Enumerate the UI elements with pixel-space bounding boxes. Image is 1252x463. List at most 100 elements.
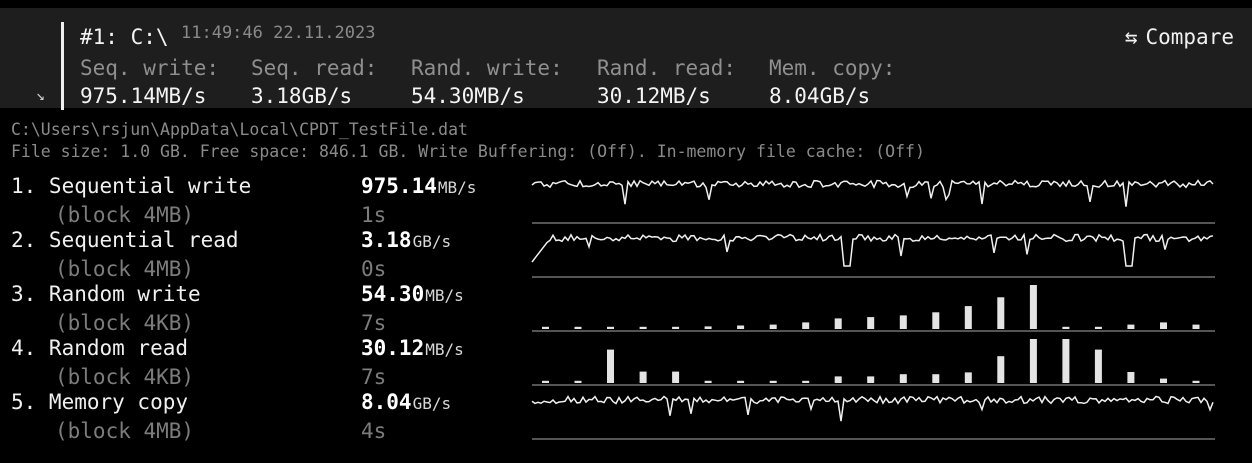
- test-result-rand-read: 30.12MB/s: [361, 336, 464, 360]
- graph-throughput-line: [531, 394, 1214, 422]
- test-block-mem-copy: (block 4MB): [55, 419, 195, 443]
- result-number: 3.18: [361, 228, 412, 252]
- selected-run-marker: [61, 22, 64, 110]
- graph-bar: [639, 326, 647, 329]
- result-unit: GB/s: [412, 232, 452, 251]
- test-name-mem-copy: 5. Memory copy: [11, 390, 189, 414]
- graph-bar: [737, 325, 745, 329]
- graph-bar: [1094, 349, 1102, 383]
- compare-label: Compare: [1145, 25, 1234, 49]
- graph-bar: [737, 380, 745, 383]
- test-time-rand-write: 7s: [361, 311, 387, 335]
- graph-throughput-line: [531, 179, 1214, 207]
- graph-bar: [574, 380, 582, 383]
- test-result-rand-write: 54.30MB/s: [361, 282, 464, 306]
- test-result-seq-read: 3.18GB/s: [361, 228, 451, 252]
- graph-bar: [1160, 378, 1167, 383]
- graph-bar: [542, 380, 549, 383]
- test-result-mem-copy: 8.04GB/s: [361, 390, 451, 414]
- summary-header: ↘ #1: C:\ 11:49:46 22.11.2023 ⇆ Compare S…: [0, 8, 1252, 110]
- result-number: 30.12: [361, 336, 425, 360]
- mem-copy-label: Mem. copy:: [769, 56, 896, 80]
- graph-bar: [1192, 380, 1200, 383]
- graph-bar: [574, 326, 582, 329]
- graph-bar: [1029, 285, 1037, 329]
- graph-bar: [1192, 324, 1200, 329]
- graph-bar: [867, 376, 875, 383]
- test-time-seq-read: 0s: [361, 257, 387, 281]
- graph-bar: [997, 297, 1005, 329]
- rand-write-value: 54.30MB/s: [411, 84, 525, 108]
- test-block-seq-write: (block 4MB): [55, 203, 195, 227]
- run-title: #1: C:\: [80, 25, 169, 49]
- graph-bar: [1094, 326, 1102, 329]
- test-name-rand-write: 3. Random write: [11, 282, 201, 306]
- graph-bar: [964, 372, 972, 383]
- result-number: 8.04: [361, 390, 412, 414]
- graph-bar: [964, 306, 972, 329]
- graph-bar: [867, 317, 875, 329]
- graph-bar: [899, 315, 907, 329]
- test-time-rand-read: 7s: [361, 365, 387, 389]
- graph-bar: [1029, 339, 1037, 383]
- graph-bar: [769, 324, 777, 329]
- result-number: 54.30: [361, 282, 425, 306]
- app-window: ↘ #1: C:\ 11:49:46 22.11.2023 ⇆ Compare S…: [0, 0, 1252, 463]
- graph-seq-write: [531, 179, 1215, 224]
- test-file-path: C:\Users\rsjun\AppData\Local\CPDT_TestFi…: [11, 120, 468, 139]
- graph-bar: [672, 371, 680, 383]
- test-time-mem-copy: 4s: [361, 419, 387, 443]
- result-unit: MB/s: [425, 340, 464, 359]
- seq-write-value: 975.14MB/s: [80, 84, 207, 108]
- test-block-seq-read: (block 4MB): [55, 257, 195, 281]
- graph-bar: [932, 312, 940, 329]
- seq-read-label: Seq. read:: [251, 56, 378, 80]
- graph-bar: [607, 326, 614, 329]
- graph-bar: [607, 349, 614, 383]
- graph-bar: [769, 380, 777, 383]
- rand-write-label: Rand. write:: [411, 56, 563, 80]
- rand-read-label: Rand. read:: [597, 56, 737, 80]
- graph-rand-write: [532, 285, 1215, 332]
- graph-bar: [1062, 326, 1070, 329]
- graph-bar: [899, 374, 907, 383]
- graph-bar: [1127, 372, 1135, 383]
- test-name-seq-write: 1. Sequential write: [11, 174, 252, 198]
- compare-button[interactable]: ⇆ Compare: [1125, 25, 1234, 49]
- graph-bar: [802, 380, 810, 383]
- graph-bar: [997, 356, 1005, 383]
- test-block-rand-write: (block 4KB): [55, 311, 195, 335]
- graph-bar: [834, 318, 842, 329]
- graph-bar: [1127, 324, 1135, 329]
- test-name-seq-read: 2. Sequential read: [11, 228, 239, 252]
- graph-rand-read: [532, 339, 1215, 386]
- mem-copy-value: 8.04GB/s: [769, 84, 871, 108]
- result-unit: MB/s: [437, 178, 477, 197]
- result-unit: GB/s: [412, 394, 452, 413]
- graph-bar: [1160, 322, 1167, 329]
- seq-write-label: Seq. write:: [80, 56, 220, 80]
- graph-bar: [639, 371, 647, 383]
- graph-bar: [802, 322, 810, 329]
- rand-read-value: 30.12MB/s: [597, 84, 711, 108]
- test-result-seq-write: 975.14MB/s: [361, 174, 476, 198]
- result-unit: MB/s: [425, 286, 464, 305]
- graph-bar: [704, 326, 712, 329]
- graph-bar: [1062, 339, 1070, 383]
- test-file-info: File size: 1.0 GB. Free space: 846.1 GB.…: [11, 142, 925, 161]
- test-name-rand-read: 4. Random read: [11, 336, 189, 360]
- swap-arrows-icon: ⇆: [1124, 25, 1138, 49]
- seq-read-value: 3.18GB/s: [251, 84, 353, 108]
- graph-throughput-line: [531, 232, 1214, 267]
- test-block-rand-read: (block 4KB): [55, 365, 195, 389]
- graph-bar: [932, 374, 940, 383]
- graph-seq-read: [531, 232, 1215, 278]
- result-number: 975.14: [361, 174, 437, 198]
- expand-arrow-icon[interactable]: ↘: [36, 86, 45, 104]
- run-timestamp: 11:49:46 22.11.2023: [181, 23, 376, 43]
- test-time-seq-write: 1s: [361, 203, 387, 227]
- graph-bar: [542, 326, 549, 329]
- graph-mem-copy: [531, 394, 1215, 440]
- graph-bar: [704, 380, 712, 383]
- graph-bar: [834, 376, 842, 383]
